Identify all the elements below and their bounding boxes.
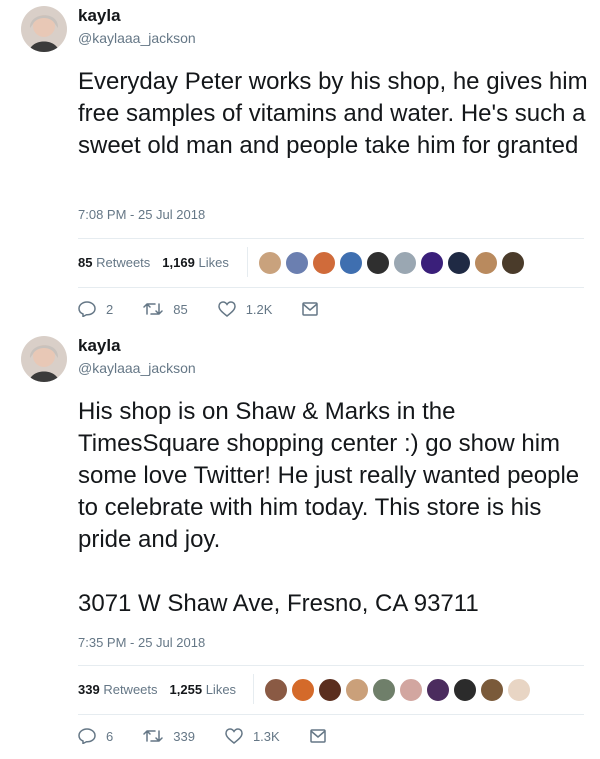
liker-avatar[interactable] xyxy=(393,251,417,275)
engagement-stats: 85 Retweets 1,169 Likes xyxy=(78,250,241,274)
reply-count: 6 xyxy=(106,728,114,744)
retweet-icon xyxy=(143,730,163,742)
retweets-stat[interactable]: 339 Retweets xyxy=(78,682,158,697)
likes-label: Likes xyxy=(198,254,229,270)
retweets-count: 339 xyxy=(78,681,100,697)
message-icon xyxy=(302,302,319,316)
tweet-actions: 6 339 1.3K xyxy=(78,728,366,744)
likers-avatars[interactable] xyxy=(258,251,528,275)
retweet-button[interactable]: 339 xyxy=(143,728,195,744)
likes-count: 1,169 xyxy=(162,254,195,270)
retweet-count: 339 xyxy=(173,728,195,744)
stats-divider xyxy=(247,247,248,277)
liker-avatar[interactable] xyxy=(312,251,336,275)
tweet-2: kayla @kaylaaa_jackson His shop is on Sh… xyxy=(0,330,600,759)
likes-count: 1,255 xyxy=(169,681,203,697)
tweet-1: kayla @kaylaaa_jackson Everyday Peter wo… xyxy=(0,0,600,322)
tweet-text: His shop is on Shaw & Marks in the Times… xyxy=(78,398,580,617)
user-handle[interactable]: @kaylaaa_jackson xyxy=(78,30,196,46)
avatar[interactable] xyxy=(21,336,67,382)
likes-stat[interactable]: 1,169 Likes xyxy=(162,255,229,270)
liker-avatar[interactable] xyxy=(258,251,282,275)
reply-icon xyxy=(78,301,96,317)
liker-avatar[interactable] xyxy=(399,678,423,702)
liker-avatar[interactable] xyxy=(453,678,477,702)
liker-avatar[interactable] xyxy=(339,251,363,275)
like-count: 1.3K xyxy=(252,728,280,744)
like-button[interactable]: 1.3K xyxy=(225,728,280,744)
reply-count: 2 xyxy=(106,301,114,317)
display-name[interactable]: kayla xyxy=(78,336,121,356)
liker-avatar[interactable] xyxy=(507,678,531,702)
divider xyxy=(78,238,584,239)
liker-avatar[interactable] xyxy=(285,251,309,275)
avatar[interactable] xyxy=(21,6,67,52)
reply-button[interactable]: 6 xyxy=(78,728,113,744)
like-button[interactable]: 1.2K xyxy=(217,301,273,317)
liker-avatar[interactable] xyxy=(474,251,498,275)
tweet-text: Everyday Peter works by his shop, he giv… xyxy=(78,68,588,159)
divider xyxy=(78,714,584,715)
liker-avatar[interactable] xyxy=(426,678,450,702)
liker-avatar[interactable] xyxy=(372,678,396,702)
likers-avatars[interactable] xyxy=(264,678,534,702)
message-button[interactable] xyxy=(302,302,328,316)
retweet-count: 85 xyxy=(173,301,188,317)
retweets-label: Retweets xyxy=(96,254,151,270)
display-name[interactable]: kayla xyxy=(78,6,121,26)
tweet-timestamp[interactable]: 7:35 PM - 25 Jul 2018 xyxy=(78,635,205,650)
divider xyxy=(78,287,584,288)
retweets-count: 85 xyxy=(78,254,93,270)
liker-avatar[interactable] xyxy=(447,251,471,275)
retweet-icon xyxy=(143,303,163,315)
liker-avatar[interactable] xyxy=(501,251,525,275)
liker-avatar[interactable] xyxy=(345,678,369,702)
liker-avatar[interactable] xyxy=(420,251,444,275)
liker-avatar[interactable] xyxy=(291,678,315,702)
liker-avatar[interactable] xyxy=(318,678,342,702)
divider xyxy=(78,665,584,666)
like-icon xyxy=(217,301,236,317)
retweets-stat[interactable]: 85 Retweets xyxy=(78,255,150,270)
liker-avatar[interactable] xyxy=(366,251,390,275)
user-handle[interactable]: @kaylaaa_jackson xyxy=(78,360,196,376)
reply-icon xyxy=(78,728,96,744)
like-count: 1.2K xyxy=(245,301,273,317)
liker-avatar[interactable] xyxy=(480,678,504,702)
tweet-timestamp[interactable]: 7:08 PM - 25 Jul 2018 xyxy=(78,207,205,222)
likes-stat[interactable]: 1,255 Likes xyxy=(170,682,237,697)
message-icon xyxy=(309,729,326,743)
likes-label: Likes xyxy=(205,681,237,697)
message-button[interactable] xyxy=(309,729,336,743)
like-icon xyxy=(225,728,243,744)
tweet-actions: 2 85 1.2K xyxy=(78,301,358,317)
reply-button[interactable]: 2 xyxy=(78,301,113,317)
retweet-button[interactable]: 85 xyxy=(143,301,188,317)
engagement-stats: 339 Retweets 1,255 Likes xyxy=(78,677,248,701)
liker-avatar[interactable] xyxy=(264,678,288,702)
stats-divider xyxy=(253,674,254,704)
retweets-label: Retweets xyxy=(103,681,158,697)
